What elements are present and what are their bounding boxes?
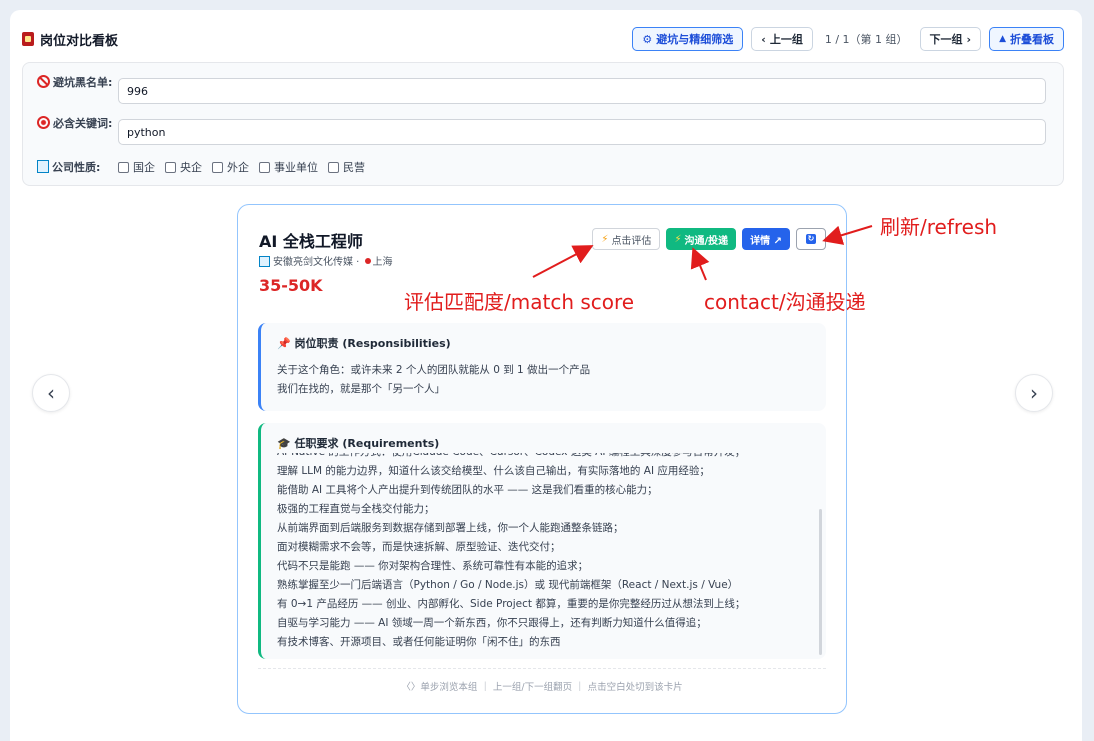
annotation-match-score: 评估匹配度/match score xyxy=(404,290,635,314)
arrow-to-contact xyxy=(690,247,710,281)
arrow-to-refresh xyxy=(822,225,873,245)
annotation-refresh: 刷新/refresh xyxy=(880,215,998,239)
annotation-contact: contact/沟通投递 xyxy=(704,290,866,314)
arrow-to-evaluate xyxy=(532,245,594,278)
annotation-arrows xyxy=(532,225,873,281)
